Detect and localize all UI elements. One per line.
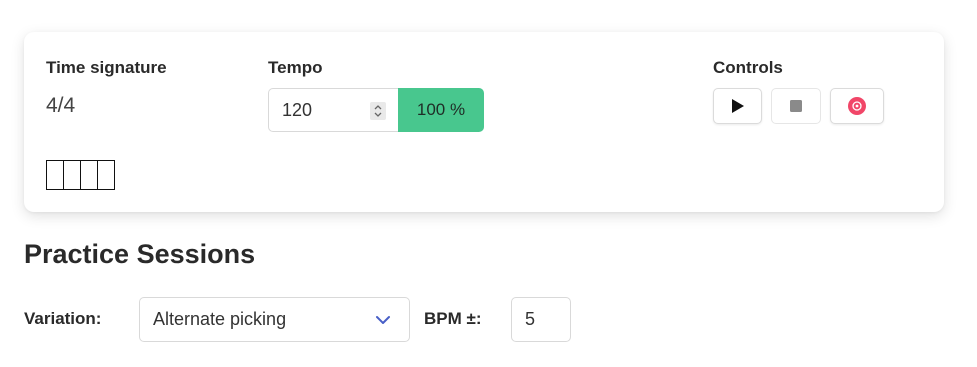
tempo-percent-badge: 100 %: [398, 88, 484, 132]
stop-icon: [790, 100, 802, 112]
time-signature-value[interactable]: 4/4: [46, 94, 75, 118]
tempo-input[interactable]: 120: [268, 88, 398, 132]
variation-label: Variation:: [24, 309, 102, 328]
beat-box: [97, 160, 115, 190]
stop-button[interactable]: [771, 88, 821, 124]
record-button[interactable]: [830, 88, 884, 124]
number-spinner-icon[interactable]: [370, 102, 386, 120]
tempo-label: Tempo: [268, 58, 323, 77]
record-icon: [848, 97, 866, 115]
bpm-value: 5: [525, 309, 536, 329]
beat-box: [46, 160, 64, 190]
controls-label: Controls: [713, 58, 783, 77]
bpm-label: BPM ±:: [424, 309, 482, 328]
beat-box: [63, 160, 81, 190]
metronome-card: Time signature 4/4 Tempo 120 100 % Contr…: [24, 32, 944, 212]
variation-select[interactable]: Alternate picking: [139, 297, 410, 342]
beat-box: [80, 160, 98, 190]
variation-selected-value: Alternate picking: [153, 309, 287, 329]
beat-indicator: [46, 160, 115, 190]
play-icon: [731, 99, 744, 113]
play-button[interactable]: [713, 88, 762, 124]
time-signature-label: Time signature: [46, 58, 167, 77]
bpm-input[interactable]: 5: [511, 297, 571, 342]
tempo-value: 120: [282, 99, 313, 120]
chevron-down-icon: [376, 316, 390, 324]
practice-sessions-title: Practice Sessions: [24, 239, 256, 269]
